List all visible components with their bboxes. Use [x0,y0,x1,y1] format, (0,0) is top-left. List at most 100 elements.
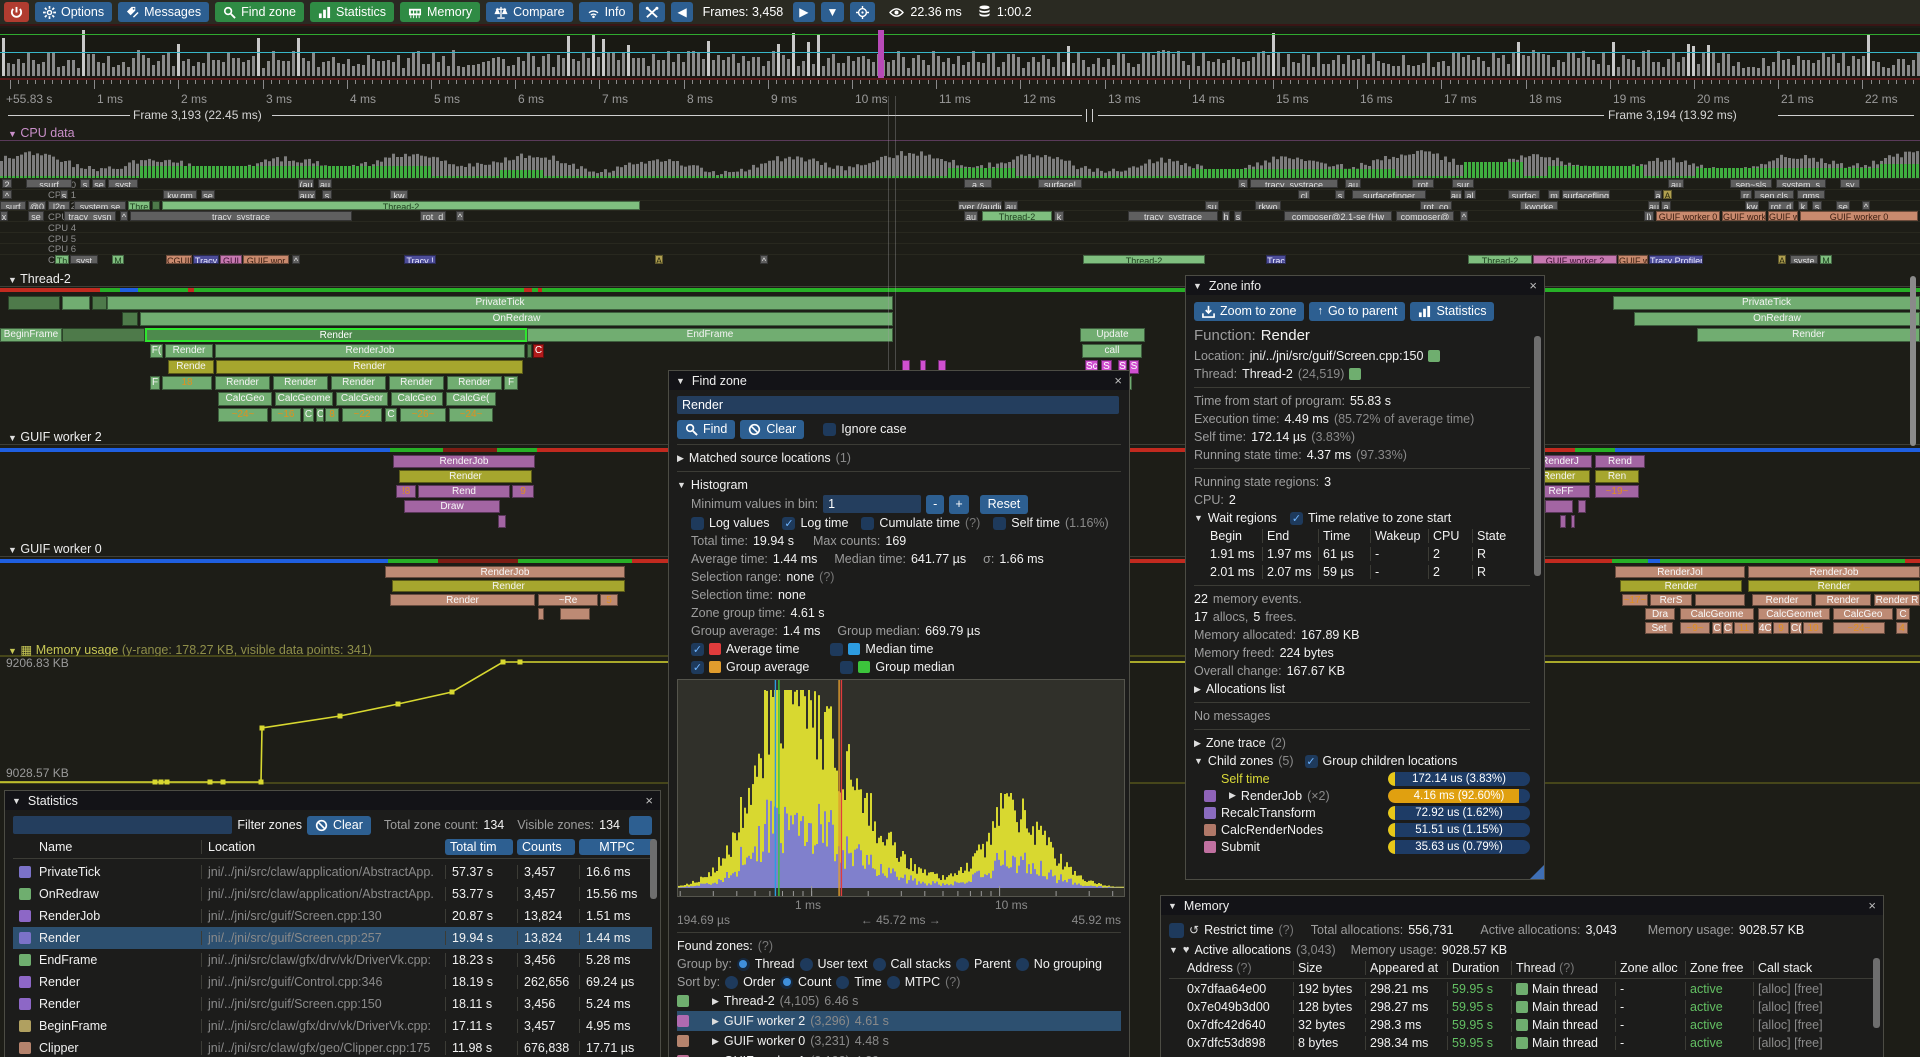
cpu-zone[interactable]: syst [108,179,138,188]
frame-bar[interactable] [497,57,500,76]
zone[interactable]: RerS [1650,594,1692,606]
frame-bar[interactable] [642,58,645,77]
frame-bar[interactable] [237,58,240,76]
zone[interactable]: Render [273,376,328,390]
legend-checkbox[interactable] [830,643,843,656]
zone[interactable]: Render [216,360,523,374]
cpu-zone[interactable]: a [1661,201,1671,210]
frame-bar[interactable] [1042,55,1045,76]
cpu-zone[interactable]: sen cls [1754,190,1794,199]
cpu-zone[interactable]: s [322,190,332,199]
frame-bar[interactable] [1842,52,1845,76]
frame-bar[interactable] [652,54,655,77]
frame-bar[interactable] [487,61,490,76]
frame-bar[interactable] [742,56,745,76]
cpu-zone[interactable]: ^ [1862,201,1870,210]
go-to-parent-button[interactable]: ↑Go to parent [1309,302,1405,321]
histogram-header[interactable]: ▼ Histogram [677,476,1121,494]
cpu-zone[interactable]: ^ [2,190,12,199]
frame-bar[interactable] [1617,67,1620,76]
frame-bar[interactable] [1477,57,1480,76]
zone[interactable]: BeginFrame [0,328,62,342]
cpu-zone[interactable]: au [1668,179,1684,188]
frame-bar[interactable] [1142,52,1145,76]
frame-bar[interactable] [582,53,585,76]
zone[interactable] [1571,515,1575,528]
frame-bar[interactable] [1267,55,1270,76]
cpu-zone[interactable]: M [1820,255,1832,264]
zone[interactable]: OnRedraw [140,312,893,326]
frame-bar[interactable] [212,60,215,76]
zone[interactable] [1545,500,1573,513]
frame-bar[interactable] [1587,57,1590,76]
frame-bar[interactable] [1252,57,1255,76]
cpu-zone[interactable]: syste [1790,255,1818,264]
cpu-zone[interactable]: GUIF w [1768,211,1798,220]
frame-bar[interactable] [397,55,400,76]
cpu-zone[interactable]: CGUIF [166,255,192,264]
bin-plus-button[interactable]: + [949,495,968,514]
legend-checkbox[interactable]: ✓ [691,643,704,656]
zone-statistics-button[interactable]: Statistics [1410,302,1494,321]
frame-bar[interactable] [1807,60,1810,76]
frame-bar[interactable] [22,63,25,76]
cpu-zone[interactable]: se [28,211,44,220]
cpu-zone[interactable]: Trac [1266,255,1286,264]
zone[interactable]: Draw [404,500,500,513]
frame-bar[interactable] [807,42,810,76]
next-frame-button[interactable]: ▶ [793,2,814,22]
zone[interactable]: Update [1080,328,1145,342]
frame-bar[interactable] [992,53,995,76]
frame-bar[interactable] [1482,61,1485,76]
frame-bar[interactable] [1752,67,1755,76]
cpu-zone[interactable]: tracy_systrace [1250,179,1338,188]
zone[interactable]: RenderJob [215,344,525,358]
frame-bar[interactable] [1012,54,1015,76]
frame-bar[interactable] [1502,55,1505,76]
frame-bar[interactable] [57,67,60,76]
compare-button[interactable]: Compare [486,2,572,22]
frame-bar[interactable] [502,59,505,76]
sort-mtpc[interactable]: MTPC [579,839,655,855]
zone[interactable] [527,344,532,358]
cpu-zone[interactable]: k [1798,201,1808,210]
frame-bar[interactable] [672,62,675,76]
groupby-no-grouping[interactable] [1016,958,1029,971]
cpu-zone[interactable]: rot_d [420,211,446,220]
zone[interactable]: Render [392,580,625,592]
cpu-zone[interactable]: au [318,179,332,188]
frame-bar[interactable] [1547,55,1550,76]
legend-checkbox[interactable] [840,661,853,674]
frame-bar[interactable] [242,62,245,76]
frame-bar[interactable] [997,67,1000,76]
zone[interactable]: Render [215,376,270,390]
collapse-icon[interactable]: ▼ [1193,281,1202,291]
zone[interactable] [62,296,90,310]
cpu-zone[interactable]: s [1812,201,1822,210]
cpu-zone[interactable]: aux [298,190,316,199]
frame-bar[interactable] [952,64,955,76]
frame-bar[interactable] [1487,67,1490,76]
frame-bar[interactable] [127,67,130,76]
zone[interactable]: Render R [1874,594,1920,606]
zone[interactable]: Render [145,328,527,342]
frame-bar[interactable] [257,38,260,76]
zoom-to-zone-button[interactable]: Zoom to zone [1194,302,1304,321]
frame-bar[interactable] [687,51,690,76]
frame-bar[interactable] [1672,52,1675,76]
cpu-zone[interactable]: k [1054,211,1064,220]
frame-bar[interactable] [647,66,650,76]
expand-icon[interactable]: ▶ [1229,790,1236,801]
frame-bar[interactable] [1232,57,1235,76]
zone[interactable]: 4C [1758,622,1772,634]
frame-bar[interactable] [32,60,35,76]
frame-bar[interactable] [1707,45,1710,76]
frame-bar[interactable] [427,64,430,76]
frame-bar[interactable] [1607,65,1610,76]
zone[interactable]: ~24~ [449,408,493,422]
frame-bar[interactable] [1137,64,1140,76]
frame-bar[interactable] [117,65,120,76]
cpu-zone[interactable]: gms [1797,190,1825,199]
frame-bar[interactable] [1507,64,1510,76]
cpu-zone[interactable]: h [1222,211,1230,220]
